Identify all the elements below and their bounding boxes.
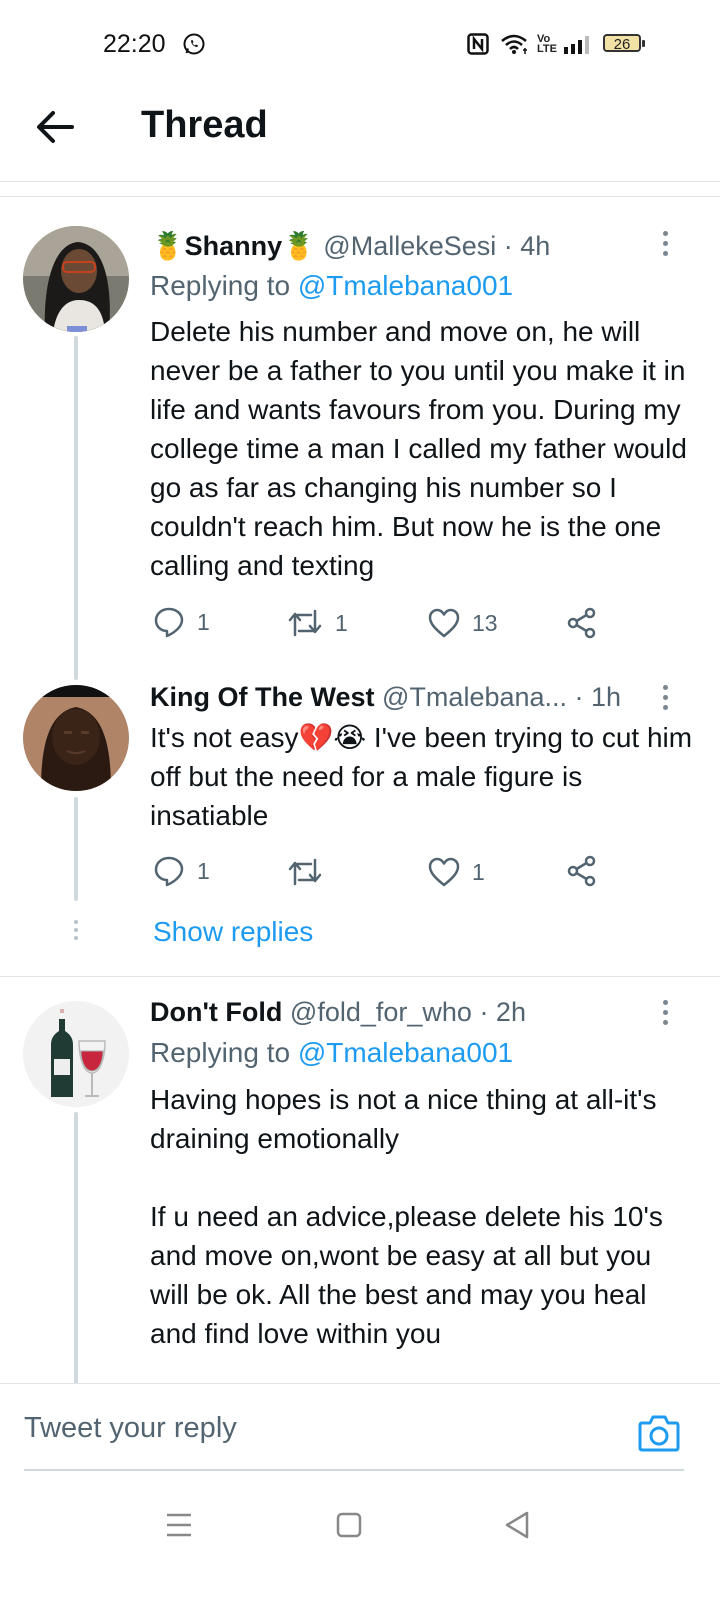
battery-icon: 26 xyxy=(603,34,641,53)
whatsapp-icon xyxy=(182,32,206,61)
tweet-1-replying-to: Replying to @Tmalebana001 xyxy=(150,270,513,302)
broken-heart-crying-emoji: 💔😭 xyxy=(298,722,367,753)
camera-icon[interactable] xyxy=(638,1413,680,1458)
nfc-icon xyxy=(467,33,489,60)
header-divider xyxy=(0,181,720,182)
pineapple-emoji: 🍍 xyxy=(282,231,316,261)
tweet-2-handle[interactable]: @Tmalebana... xyxy=(382,682,567,712)
avatar-king-of-the-west[interactable] xyxy=(23,685,129,791)
thread-top-divider xyxy=(0,196,720,197)
pineapple-emoji: 🍍 xyxy=(151,231,185,261)
replying-to-handle[interactable]: @Tmalebana001 xyxy=(298,1037,513,1068)
tweet-2-author-name[interactable]: King Of The West xyxy=(150,682,375,712)
retweet-button[interactable] xyxy=(287,857,335,887)
show-replies-link[interactable]: Show replies xyxy=(153,916,313,948)
tweet-3-author-name[interactable]: Don't Fold xyxy=(150,997,282,1027)
signal-icon xyxy=(563,35,593,60)
tweet-1-handle[interactable]: @MallekeSesi xyxy=(323,231,496,261)
like-button[interactable]: 1 xyxy=(428,857,485,887)
menu-icon[interactable] xyxy=(166,1512,192,1543)
volte-icon: Vo LTE xyxy=(537,33,557,55)
more-options-icon[interactable] xyxy=(663,685,669,715)
avatar-dont-fold[interactable] xyxy=(23,1001,129,1107)
tweet-2-text: It's not easy💔😭 I've been trying to cut … xyxy=(150,718,695,835)
thread-line xyxy=(74,336,78,680)
thread-divider xyxy=(0,976,720,977)
replying-to-label: Replying to xyxy=(150,270,291,301)
tweet-1-text: Delete his number and move on, he will n… xyxy=(150,316,695,581)
replying-to-label: Replying to xyxy=(150,1037,291,1068)
reply-button[interactable]: 1 xyxy=(153,855,210,887)
avatar-shanny[interactable] xyxy=(23,226,129,332)
back-triangle-icon[interactable] xyxy=(504,1510,530,1545)
tweet-2-text-start: It's not easy xyxy=(150,722,299,753)
retweet-button[interactable]: 1 xyxy=(287,608,348,638)
thread-continuation-dots xyxy=(74,920,78,944)
page-title: Thread xyxy=(141,104,268,146)
like-count: 13 xyxy=(472,609,498,636)
battery-tip xyxy=(642,40,645,47)
share-icon[interactable] xyxy=(566,855,610,887)
tweet-1-header: 🍍Shanny🍍 @MallekeSesi · 4h xyxy=(151,230,550,262)
reply-count: 1 xyxy=(197,608,210,635)
tweet-1-author-name[interactable]: Shanny xyxy=(185,231,283,261)
tweet-3-text: Having hopes is not a nice thing at all-… xyxy=(150,1084,663,1349)
wifi-icon xyxy=(499,33,529,60)
like-button[interactable]: 13 xyxy=(428,608,498,638)
share-icon[interactable] xyxy=(566,607,610,639)
more-options-icon[interactable] xyxy=(663,1000,669,1030)
status-time: 22:20 xyxy=(103,30,166,58)
back-arrow-icon[interactable] xyxy=(36,110,74,149)
more-options-icon[interactable] xyxy=(663,231,669,261)
retweet-count: 1 xyxy=(335,609,348,636)
tweet-2-header: King Of The West @Tmalebana... · 1h xyxy=(150,682,621,713)
replying-to-handle[interactable]: @Tmalebana001 xyxy=(298,270,513,301)
like-count: 1 xyxy=(472,858,485,885)
tweet-3-header: Don't Fold @fold_for_who · 2h xyxy=(150,997,526,1028)
reply-count: 1 xyxy=(197,857,210,884)
tweet-3-time: · 2h xyxy=(479,997,526,1027)
tweet-3-handle[interactable]: @fold_for_who xyxy=(290,997,472,1027)
thread-line xyxy=(74,797,78,901)
tweet-3-replying-to: Replying to @Tmalebana001 xyxy=(150,1037,513,1069)
tweet-2-time: · 1h xyxy=(574,682,622,712)
reply-input-underline xyxy=(24,1469,684,1471)
tweet-1-time: · 4h xyxy=(503,231,551,261)
thread-line xyxy=(74,1112,78,1387)
tweet-reply-input[interactable]: Tweet your reply xyxy=(24,1412,237,1445)
home-square-icon[interactable] xyxy=(336,1512,362,1543)
reply-button[interactable]: 1 xyxy=(153,606,210,638)
